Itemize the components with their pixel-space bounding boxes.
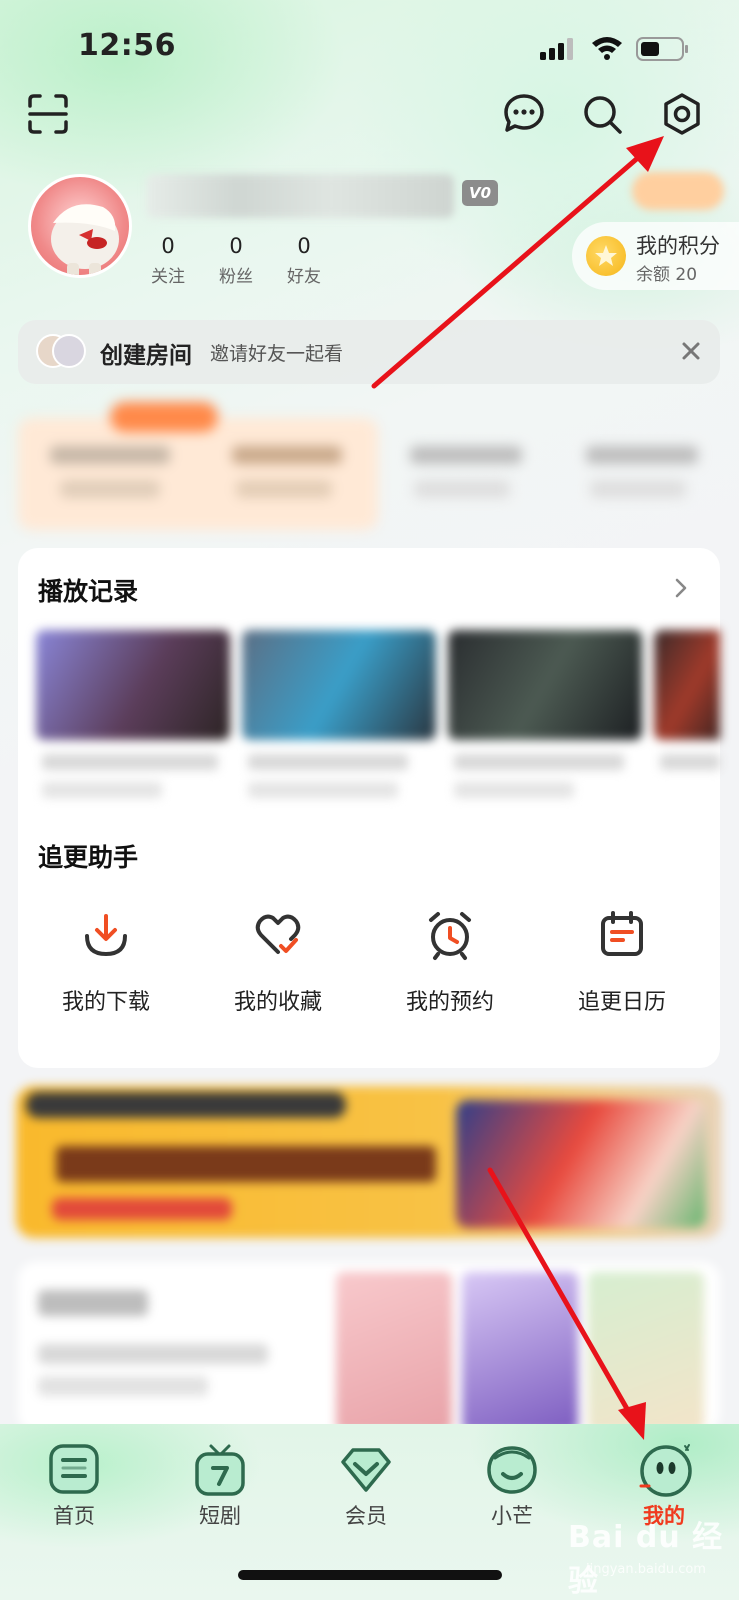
username-blurred	[146, 174, 454, 218]
watermark-url: jingyan.baidu.com	[586, 1562, 706, 1577]
create-room-banner[interactable]: 创建房间 邀请好友一起看	[18, 320, 720, 384]
my-reservations-button[interactable]: 我的预约	[362, 908, 538, 1048]
download-icon	[85, 914, 127, 957]
wifi-icon	[592, 37, 622, 60]
alarm-clock-icon	[429, 912, 471, 960]
stat-value: 0	[297, 234, 311, 258]
room-title: 创建房间	[100, 343, 192, 369]
chevron-right-icon[interactable]	[672, 576, 690, 600]
close-icon[interactable]	[678, 338, 704, 364]
room-subtitle: 邀请好友一起看	[210, 343, 344, 365]
history-thumbnails[interactable]	[36, 626, 720, 816]
points-balance: 余额 20	[636, 265, 698, 285]
quick-label: 我的预约	[405, 990, 494, 1015]
nav-short-drama[interactable]: 短剧	[160, 1442, 280, 1530]
signal-icon	[540, 38, 573, 60]
tv-icon	[195, 1444, 245, 1496]
heart-check-icon	[255, 914, 301, 954]
quick-label: 追更日历	[577, 990, 666, 1015]
promo-banner-blurred[interactable]	[16, 1086, 722, 1238]
diamond-icon	[341, 1448, 391, 1492]
points-card[interactable]: 我的积分 余额 20	[572, 222, 739, 290]
stat-following[interactable]: 0 关注	[138, 234, 198, 287]
home-indicator[interactable]	[238, 1570, 502, 1580]
stat-label: 粉丝	[219, 267, 253, 287]
recommend-section-blurred[interactable]	[18, 1262, 720, 1432]
home-icon	[49, 1444, 99, 1494]
assistant-title: 追更助手	[38, 843, 139, 872]
points-title: 我的积分	[636, 234, 720, 258]
update-calendar-button[interactable]: 追更日历	[534, 908, 710, 1048]
message-icon[interactable]	[502, 92, 546, 136]
stat-friends[interactable]: 0 好友	[274, 234, 334, 287]
profile-mascot-icon	[639, 1444, 692, 1497]
scan-icon[interactable]	[26, 92, 70, 136]
stat-label: 好友	[287, 267, 321, 287]
quick-label: 我的下载	[61, 990, 150, 1015]
nav-label: 首页	[53, 1504, 95, 1528]
vip-button-blurred[interactable]	[632, 172, 724, 210]
nav-label: 短剧	[199, 1504, 241, 1528]
my-downloads-button[interactable]: 我的下载	[18, 908, 194, 1048]
history-title: 播放记录	[38, 577, 139, 606]
main-card: 播放记录 追更助手 我的下载 我的收藏 我的预约 追更日历	[18, 548, 720, 1068]
search-icon[interactable]	[580, 92, 624, 136]
nav-label: 小芒	[491, 1504, 533, 1528]
mascot-avatar-icon	[51, 204, 119, 275]
nav-xiaomang[interactable]: 小芒	[452, 1442, 572, 1530]
room-avatars	[36, 334, 88, 370]
stat-value: 0	[229, 234, 243, 258]
quick-label: 我的收藏	[233, 990, 322, 1015]
nav-vip[interactable]: 会员	[306, 1442, 426, 1530]
stat-label: 关注	[151, 267, 185, 287]
watermark-text: Bai du 经验	[568, 1520, 724, 1599]
stat-fans[interactable]: 0 粉丝	[206, 234, 266, 287]
settings-icon[interactable]	[660, 92, 704, 136]
stat-value: 0	[161, 234, 175, 258]
vip-level-badge[interactable]: V0	[462, 180, 498, 206]
nav-home[interactable]: 首页	[14, 1442, 134, 1530]
avatar[interactable]	[28, 174, 132, 278]
battery-icon	[636, 37, 688, 61]
blurred-feature-row	[0, 398, 739, 538]
status-time: 12:56	[78, 28, 176, 63]
status-bar: 12:56	[0, 0, 739, 90]
nav-label: 会员	[345, 1504, 387, 1528]
mango-icon	[487, 1446, 537, 1494]
baidu-watermark: Bai du 经验 jingyan.baidu.com	[568, 1512, 738, 1599]
calendar-icon	[601, 911, 643, 956]
star-icon	[586, 236, 626, 276]
my-favorites-button[interactable]: 我的收藏	[190, 908, 366, 1048]
